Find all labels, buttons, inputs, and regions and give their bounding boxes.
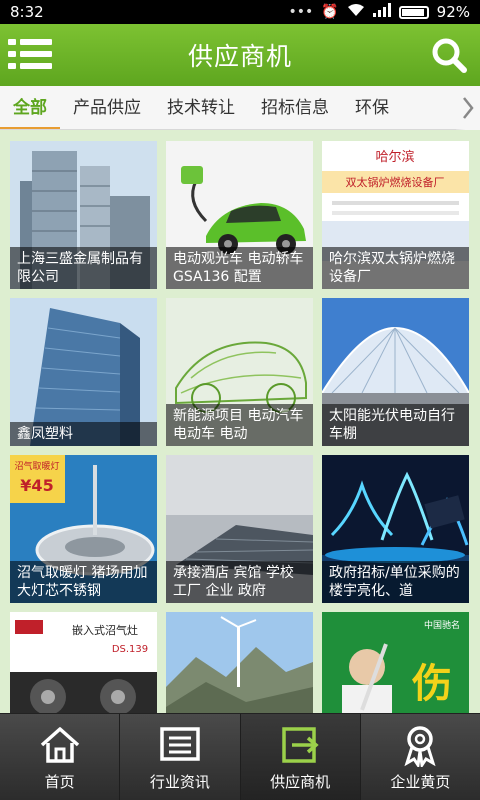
tab-environment[interactable]: 环保 bbox=[342, 86, 402, 129]
supply-card[interactable]: 承接酒店 宾馆 学校 工厂 企业 政府 bbox=[166, 455, 313, 603]
nav-home-label: 首页 bbox=[44, 772, 75, 791]
supply-icon bbox=[282, 726, 319, 763]
card-caption: 政府招标/单位采购的楼宇亮化、道 bbox=[322, 561, 469, 603]
nav-supply-opportunities[interactable]: 供应商机 bbox=[240, 714, 361, 800]
nav-industry-news-label: 行业资讯 bbox=[149, 772, 210, 791]
search-button[interactable] bbox=[430, 36, 468, 74]
card-caption: 太阳能光伏电动自行车棚 bbox=[322, 404, 469, 446]
ad-top-text: 中国驰名 bbox=[424, 619, 460, 631]
battery-text: 92% bbox=[436, 3, 470, 21]
supply-card[interactable] bbox=[166, 612, 313, 713]
tabs-scroll-right-button[interactable] bbox=[456, 86, 480, 130]
card-caption: 新能源项目 电动汽车 电动车 电动 bbox=[166, 404, 313, 446]
lamp-label-text: 沼气取暖灯 bbox=[14, 460, 59, 472]
tab-tech-transfer[interactable]: 技术转让 bbox=[154, 86, 248, 129]
supply-card[interactable]: 新能源项目 电动汽车 电动车 电动 bbox=[166, 298, 313, 446]
supply-card[interactable]: 鑫凤塑料 bbox=[10, 298, 157, 446]
category-tabs: 全部 产品供应 技术转让 招标信息 环保 bbox=[0, 86, 480, 130]
signal-icon bbox=[372, 3, 391, 21]
bottom-navigation: 首页 行业资讯 供应商机 企业黄页 bbox=[0, 713, 480, 800]
advertisement-photo: 中国驰名 伤 bbox=[322, 612, 469, 713]
nav-industry-news[interactable]: 行业资讯 bbox=[120, 714, 241, 800]
supply-card[interactable]: 中国驰名 伤 bbox=[322, 612, 469, 713]
supply-card[interactable]: 沼气取暖灯 ¥45 沼气取暖灯 猪场用加大灯芯不锈钢 bbox=[10, 455, 157, 603]
ad-big-text: 伤 bbox=[411, 661, 452, 707]
card-caption: 沼气取暖灯 猪场用加大灯芯不锈钢 bbox=[10, 561, 157, 603]
supply-card[interactable]: 政府招标/单位采购的楼宇亮化、道 bbox=[322, 455, 469, 603]
card-caption: 承接酒店 宾馆 学校 工厂 企业 政府 bbox=[166, 561, 313, 603]
tab-product-supply[interactable]: 产品供应 bbox=[60, 86, 154, 129]
wifi-icon bbox=[347, 3, 365, 21]
lamp-price-text: ¥45 bbox=[20, 476, 53, 495]
supply-card[interactable]: 上海三盛金属制品有限公司 bbox=[10, 141, 157, 289]
more-dots-icon: ••• bbox=[288, 4, 314, 20]
supply-grid: 上海三盛金属制品有限公司 电动观光车 电动轿车 GSA136 配置 哈尔滨 双太… bbox=[10, 141, 470, 713]
chevron-right-icon bbox=[463, 97, 474, 119]
supply-card[interactable]: 太阳能光伏电动自行车棚 bbox=[322, 298, 469, 446]
search-icon bbox=[432, 38, 467, 73]
card-caption: 哈尔滨双太锅炉燃烧设备厂 bbox=[322, 247, 469, 289]
boiler-name-text: 双太锅炉燃烧设备厂 bbox=[346, 175, 445, 189]
nav-home[interactable]: 首页 bbox=[0, 714, 121, 800]
battery-icon bbox=[398, 5, 429, 19]
stove-model-text: DS.139 bbox=[112, 644, 148, 655]
nav-business-directory-label: 企业黄页 bbox=[390, 772, 451, 791]
title-bar: 供应商机 bbox=[0, 24, 480, 86]
stove-title-text: 嵌入式沼气灶 bbox=[72, 623, 138, 637]
news-icon bbox=[160, 726, 200, 761]
card-caption: 鑫凤塑料 bbox=[10, 422, 157, 446]
supply-card[interactable]: 哈尔滨 双太锅炉燃烧设备厂 哈尔滨双太锅炉燃烧设备厂 bbox=[322, 141, 469, 289]
card-caption: 电动观光车 电动轿车 GSA136 配置 bbox=[166, 247, 313, 289]
home-icon bbox=[40, 726, 79, 763]
supply-card[interactable]: 嵌入式沼气灶 DS.139 bbox=[10, 612, 157, 713]
supply-card[interactable]: 电动观光车 电动轿车 GSA136 配置 bbox=[166, 141, 313, 289]
status-icons: ••• ⏰ 92% bbox=[288, 3, 470, 21]
alarm-icon: ⏰ bbox=[321, 4, 339, 20]
nav-supply-opportunities-label: 供应商机 bbox=[270, 772, 331, 791]
card-caption: 上海三盛金属制品有限公司 bbox=[10, 247, 157, 289]
tab-bidding-info[interactable]: 招标信息 bbox=[248, 86, 342, 129]
status-bar: 8:32 ••• ⏰ 92% bbox=[0, 0, 480, 24]
wind-turbine-photo bbox=[166, 612, 313, 713]
gas-stove-photo: 嵌入式沼气灶 DS.139 bbox=[10, 612, 157, 713]
status-time: 8:32 bbox=[10, 3, 44, 21]
nav-business-directory[interactable]: 企业黄页 bbox=[361, 714, 480, 800]
menu-button[interactable] bbox=[8, 36, 52, 72]
page-title: 供应商机 bbox=[187, 42, 292, 71]
boiler-logo-text: 哈尔滨 bbox=[375, 149, 414, 165]
award-icon bbox=[404, 725, 436, 767]
tab-all[interactable]: 全部 bbox=[0, 86, 60, 129]
